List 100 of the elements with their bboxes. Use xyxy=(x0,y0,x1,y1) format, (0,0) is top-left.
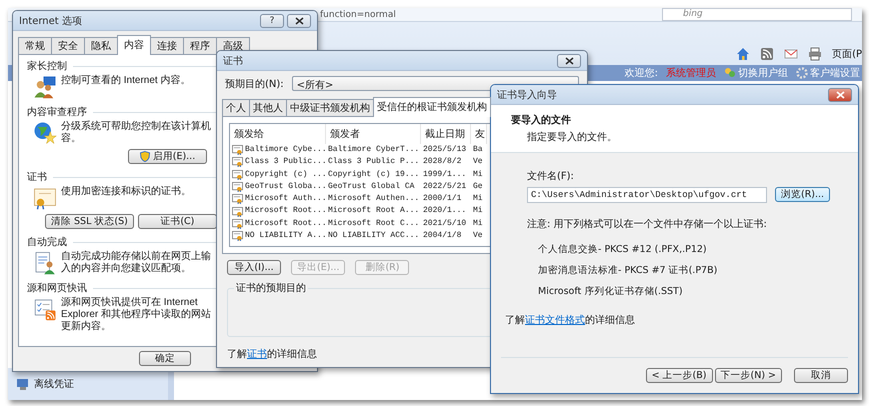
group-title: 证书的预期目的 xyxy=(235,282,307,295)
help-button[interactable]: ? xyxy=(260,14,284,28)
field-label: 文件名(F): xyxy=(527,170,574,183)
table-cell-text: Ve xyxy=(472,156,484,168)
action-button[interactable]: 证书(C) xyxy=(138,214,217,229)
page-menu[interactable]: 页面(P xyxy=(832,47,862,61)
info-text: 了解证书文件格式的详细信息 xyxy=(505,314,635,327)
details-link[interactable]: 证书文件格式 xyxy=(525,315,585,326)
description-text: 自动完成功能存储以前在网页上输 xyxy=(61,251,211,262)
user-name: 系统管理员 xyxy=(666,66,716,80)
home-icon[interactable] xyxy=(736,47,750,61)
table-cell-text: 2022/5/21 xyxy=(422,180,468,193)
close-button[interactable] xyxy=(287,14,311,28)
certificate-icon xyxy=(232,218,243,229)
table-cell-text: 2028/8/2 xyxy=(422,156,462,168)
table-cell-text: 2000/1/1 xyxy=(422,193,462,206)
ok-button[interactable]: 确定 xyxy=(139,351,191,366)
certificate-icon xyxy=(33,186,57,210)
action-button[interactable]: 清除 SSL 状态(S) xyxy=(45,214,134,229)
table-cell: Class 3 Public... xyxy=(230,156,326,169)
mail-icon[interactable] xyxy=(784,47,798,61)
form-user-icon xyxy=(33,251,57,275)
tab[interactable]: 隐私 xyxy=(84,37,118,55)
printer-icon[interactable] xyxy=(808,47,822,61)
search-field[interactable]: bing xyxy=(662,8,852,21)
table-cell-text: Class 3 Public P... xyxy=(327,156,420,168)
format-item: Microsoft 序列化证书存储(.SST) xyxy=(537,285,683,298)
table-cell-text: Microsoft Root A... xyxy=(327,205,420,218)
window-title: 证书导入向导 xyxy=(497,88,558,102)
page-subheading: 指定要导入的文件。 xyxy=(526,130,617,144)
certificate-icon xyxy=(232,231,243,242)
certificate-icon xyxy=(232,182,243,192)
users-icon xyxy=(33,75,57,99)
format-item: 个人信息交换- PKCS #12 (.PFX,.P12) xyxy=(537,243,707,256)
cancel-button[interactable]: 取消 xyxy=(794,368,848,383)
tab[interactable]: 个人 xyxy=(222,99,250,117)
table-cell-text: 2025/5/13 xyxy=(422,144,468,156)
table-cell-text: NO LIABILITY ACC... xyxy=(327,230,420,242)
section-heading: 证书 xyxy=(27,170,47,184)
table-cell-text: Ge xyxy=(472,180,484,193)
feed-icon[interactable] xyxy=(760,47,774,61)
description-text: Explorer 和其他程序中读取的网站 xyxy=(61,309,212,320)
users-icon xyxy=(724,67,736,79)
certificate-icon xyxy=(232,170,243,180)
section-heading: 家长控制 xyxy=(27,60,67,73)
certificate-icon xyxy=(232,157,243,168)
description-text: 入的内容并向您建议匹配项。 xyxy=(61,263,191,274)
note-text: 注意: 用下列格式可以在一个文件中存储一个以上证书: xyxy=(527,218,767,231)
table-cell-text: Microsoft Authen... xyxy=(327,193,420,206)
tab[interactable]: 程序 xyxy=(183,37,217,55)
description-text: 更新内容。 xyxy=(61,321,111,332)
column-header[interactable]: 截止日期 xyxy=(421,124,471,144)
close-button[interactable] xyxy=(557,54,581,68)
table-cell-text: Mi xyxy=(472,168,484,181)
tab[interactable]: 常规 xyxy=(18,37,52,55)
table-cell-text: Mi xyxy=(472,218,484,230)
table-cell-text: 2020/1... xyxy=(422,205,468,218)
nav-button[interactable]: < 上一步(B) xyxy=(646,368,712,383)
description-text: 使用加密连接和标识的证书。 xyxy=(61,186,191,197)
page-heading: 要导入的文件 xyxy=(511,114,571,127)
address-text: function=normal xyxy=(320,10,396,20)
tab[interactable]: 受信任的根证书颁发机构 xyxy=(373,97,491,117)
table-cell-text: 1999/1... xyxy=(422,168,468,181)
sidebar-item[interactable]: 离线凭证 xyxy=(16,377,168,391)
table-cell: Copyright (c) ... xyxy=(230,168,326,181)
table-cell-text: 2004/1/8 xyxy=(422,230,462,242)
certificate-icon xyxy=(232,206,243,217)
table-cell-text: Microsoft Root C... xyxy=(327,218,420,230)
close-icon xyxy=(564,56,574,64)
tab[interactable]: 安全 xyxy=(51,37,85,55)
table-cell-text: GeoTrust Global CA xyxy=(327,180,416,193)
tab[interactable]: 内容 xyxy=(117,35,151,55)
info-text: 了解证书的详细信息 xyxy=(227,348,317,361)
column-header[interactable]: 颁发给 xyxy=(230,124,326,144)
table-cell: Microsoft Root... xyxy=(230,205,326,218)
tab[interactable]: 其他人 xyxy=(249,99,287,117)
window-title: 证书 xyxy=(223,54,244,68)
column-header[interactable]: 颁发者 xyxy=(326,124,421,144)
table-cell-text: Mi xyxy=(472,193,484,206)
column-header[interactable]: 友 xyxy=(471,124,487,144)
action-button[interactable]: 导入(I)... xyxy=(227,260,281,275)
close-icon xyxy=(836,90,844,98)
tab[interactable]: 中级证书颁发机构 xyxy=(286,99,374,117)
table-cell: NO LIABILITY A... xyxy=(230,230,326,242)
section-heading: 内容审查程序 xyxy=(27,106,87,119)
description-text: 容。 xyxy=(61,133,81,144)
details-link[interactable]: 证书 xyxy=(247,349,267,360)
browse-button[interactable]: 浏览(R)... xyxy=(775,187,830,202)
close-icon xyxy=(294,16,304,24)
nav-button[interactable]: 下一步(N) > xyxy=(714,368,782,383)
globe-star-icon xyxy=(33,121,57,145)
shield-icon xyxy=(140,151,150,162)
tab[interactable]: 连接 xyxy=(150,37,184,55)
section-heading: 源和网页快讯 xyxy=(27,282,87,295)
description-text: 分级系统可帮助您控制在该计算机 xyxy=(61,121,211,132)
action-button[interactable]: 启用(E)... xyxy=(128,149,207,164)
format-item: 加密消息语法标准- PKCS #7 证书(.P7B) xyxy=(537,264,718,277)
window-title: Internet 选项 xyxy=(19,14,83,28)
file-name-field[interactable]: C:\Users\Administrator\Desktop\ufgov.crt xyxy=(527,187,767,203)
section-heading: 自动完成 xyxy=(27,236,67,249)
